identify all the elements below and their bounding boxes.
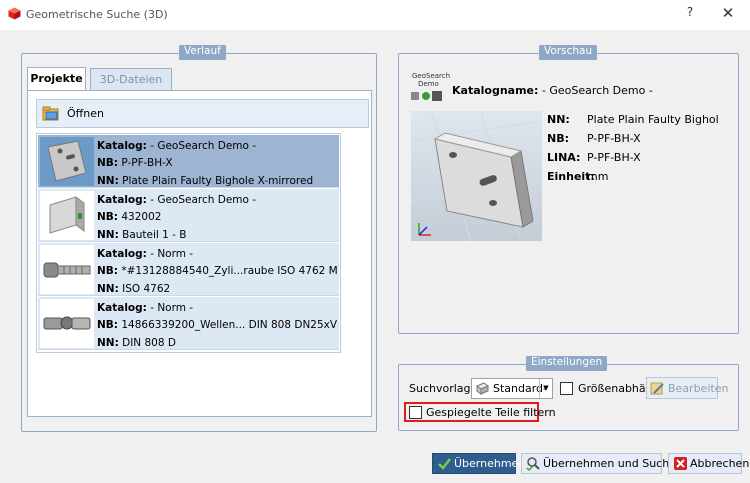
catalog-value: - Norm - (150, 302, 194, 314)
apply-button[interactable]: Übernehmen (432, 453, 525, 474)
apply-and-search-label: Übernehmen und Suchen (543, 457, 683, 470)
catalog-name-value: - GeoSearch Demo - (541, 84, 653, 97)
field-nb-key: NB: (547, 132, 569, 145)
logo-text-1: GeoSearch (412, 72, 451, 80)
nb-key: NB: (97, 319, 118, 331)
tab-3d-dateien[interactable]: 3D-Dateien (90, 68, 172, 91)
open-button-label[interactable]: Öffnen (67, 107, 104, 120)
mirror-filter-label[interactable]: Gespiegelte Teile filtern (426, 406, 556, 419)
plate-thumbnail-icon (40, 137, 94, 186)
nn-key: NN: (97, 175, 119, 187)
nb-value: 432002 (121, 211, 162, 223)
results-list: Katalog: - GeoSearch Demo - NB: P-PF-BH-… (36, 133, 341, 353)
nn-key: NN: (97, 337, 119, 349)
catalog-value: - GeoSearch Demo - (150, 194, 257, 206)
catalog-name-key: Katalogname: (452, 84, 539, 97)
nb-key: NB: (97, 265, 118, 277)
mirror-filter-checkbox[interactable] (409, 406, 422, 419)
field-einheit-value: mm (587, 170, 609, 183)
nb-key: NB: (97, 157, 118, 169)
verlauf-toolbar: Öffnen (36, 99, 369, 128)
nn-value: Bauteil 1 - B (122, 229, 187, 241)
list-item[interactable]: Katalog: - GeoSearch Demo - NB: P-PF-BH-… (38, 135, 339, 188)
window-title: Geometrische Suche (3D) (26, 8, 168, 21)
logo-parts-icon (411, 91, 442, 101)
apply-button-label: Übernehmen (454, 457, 526, 470)
open-folder-icon[interactable] (42, 105, 60, 123)
title-bar: Geometrische Suche (3D) ? ✕ (0, 0, 750, 30)
bracket-thumbnail-icon (40, 191, 94, 240)
field-nn-value: Plate Plain Faulty Bighole X-mirrored (587, 113, 719, 126)
template-icon (476, 382, 489, 395)
einstellungen-title: Einstellungen (526, 356, 608, 371)
nn-key: NN: (97, 283, 119, 295)
catalog-value: - Norm - (150, 248, 194, 260)
list-item[interactable]: Katalog: - GeoSearch Demo - NB: 432002 N… (38, 189, 339, 242)
nb-key: NB: (97, 211, 118, 223)
search-apply-icon (526, 457, 540, 471)
nb-value: 14866339200_Wellen... DIN 808 DN25xV25x4… (121, 319, 337, 331)
edit-icon (650, 382, 664, 395)
list-item[interactable]: Katalog: - Norm - NB: 14866339200_Wellen… (38, 297, 339, 350)
chevron-down-icon[interactable]: ▼ (539, 379, 552, 398)
nn-key: NN: (97, 229, 119, 241)
nn-value: ISO 4762 (122, 283, 171, 295)
cancel-x-icon (674, 457, 687, 470)
nn-value: DIN 808 D (122, 337, 176, 349)
groessen-label[interactable]: Größenabhän (578, 382, 653, 395)
apply-and-search-button[interactable]: Übernehmen und Suchen (521, 453, 683, 474)
edit-button[interactable]: Bearbeiten (646, 377, 728, 399)
catalog-key: Katalog: (97, 140, 147, 152)
edit-button-label: Bearbeiten (668, 382, 729, 395)
list-item[interactable]: Katalog: - Norm - NB: *#13128884540_Zyli… (38, 243, 339, 296)
help-button[interactable]: ? (682, 5, 698, 23)
tab-projekte[interactable]: Projekte (27, 67, 86, 91)
checkmark-icon (438, 458, 451, 470)
joint-thumbnail-icon (40, 299, 94, 348)
catalog-key: Katalog: (97, 248, 147, 260)
vorschau-title: Vorschau (539, 45, 598, 60)
nb-value: *#13128884540_Zyli...raube ISO 4762 M16x… (121, 265, 337, 277)
nb-value: P-PF-BH-X (121, 157, 173, 169)
cancel-button[interactable]: Abbrechen (668, 453, 749, 474)
verlauf-title: Verlauf (179, 45, 226, 60)
app-cube-icon (8, 7, 21, 20)
logo-text-2: Demo (418, 80, 439, 88)
catalog-value: - GeoSearch Demo - (150, 140, 257, 152)
suchvorlage-select[interactable]: Standard- ▼ (471, 378, 553, 399)
catalog-key: Katalog: (97, 302, 147, 314)
field-lina-value: P-PF-BH-X (587, 151, 641, 164)
catalog-logo: GeoSearch Demo (410, 72, 450, 106)
catalog-key: Katalog: (97, 194, 147, 206)
groessen-checkbox[interactable] (560, 382, 573, 395)
catalog-name-row: Katalogname: - GeoSearch Demo - (452, 84, 653, 97)
part-preview-image (411, 111, 542, 241)
close-button[interactable]: ✕ (718, 4, 738, 24)
cancel-button-label: Abbrechen (690, 457, 750, 470)
field-nn-key: NN: (547, 113, 570, 126)
field-nb-value: P-PF-BH-X (587, 132, 641, 145)
field-lina-key: LINA: (547, 151, 581, 164)
screw-thumbnail-icon (40, 245, 94, 294)
nn-value: Plate Plain Faulty Bighole X-mirrored (122, 175, 314, 187)
